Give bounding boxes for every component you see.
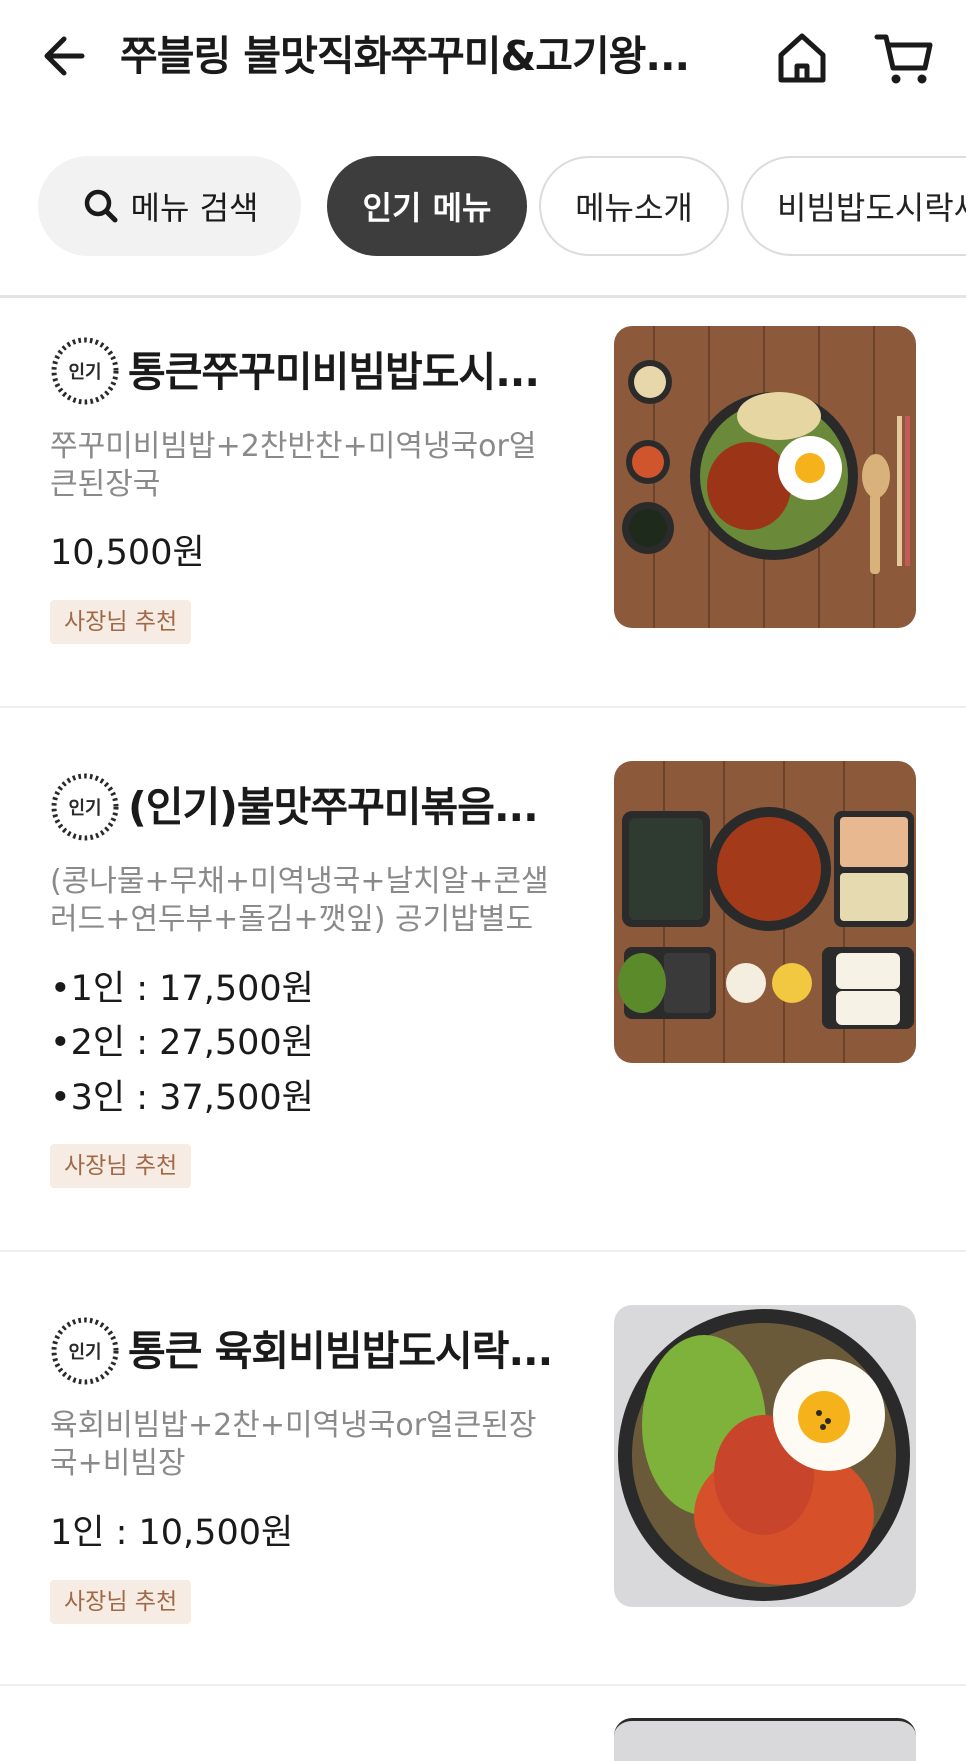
- item-divider: [0, 1250, 966, 1252]
- popular-badge-label: 인기: [68, 798, 101, 819]
- search-label: 메뉴 검색: [130, 189, 259, 227]
- menu-item-photo: [614, 761, 916, 1063]
- menu-item-photo: [614, 326, 916, 628]
- home-icon[interactable]: [772, 28, 832, 88]
- menu-item-description: 쭈꾸미비빔밥+2찬반찬+미역냉국or얼 큰된장국: [50, 429, 537, 502]
- item-divider: [0, 1684, 966, 1686]
- menu-search-button[interactable]: 메뉴 검색: [38, 156, 301, 256]
- tab-bibimbap-lunchbox[interactable]: 비빔밥도시락세트: [741, 156, 966, 256]
- menu-item-name: 통큰 육회비빔밥도시락...: [128, 1327, 553, 1375]
- store-title: 쭈블링 불맛직화쭈꾸미&고기왕...: [120, 32, 690, 80]
- menu-item-name: 통큰쭈꾸미비빔밥도시...: [128, 348, 540, 396]
- menu-item[interactable]: 인기 (인기)불맛쭈꾸미볶음... (콩나물+무채+미역냉국+날치알+콘샐 러드…: [0, 710, 966, 1250]
- tabs-divider: [0, 295, 966, 298]
- menu-item-price-3: •3인 : 37,500원: [50, 1078, 314, 1118]
- owner-recommend-tag: 사장님 추천: [50, 600, 192, 644]
- menu-item-description: (콩나물+무채+미역냉국+날치알+콘샐 러드+연두부+돌김+깻잎) 공기밥별도: [50, 864, 549, 937]
- popular-badge-icon: 인기: [51, 773, 119, 841]
- popular-badge-label: 인기: [68, 362, 101, 383]
- tab-popular-menu[interactable]: 인기 메뉴: [327, 156, 527, 256]
- arrow-left-icon[interactable]: [36, 28, 92, 84]
- menu-item[interactable]: 인기 통큰 육회비빔밥도시락... 육회비빔밥+2찬+미역냉국or얼큰된장 국+…: [0, 1254, 966, 1684]
- menu-category-tabs: 메뉴 검색 인기 메뉴 메뉴소개 비빔밥도시락세트: [0, 150, 966, 270]
- menu-item-description: 육회비빔밥+2찬+미역냉국or얼큰된장 국+비빔장: [50, 1408, 537, 1481]
- menu-item-photo: [614, 1305, 916, 1607]
- menu-item-price-1: •1인 : 17,500원: [50, 969, 314, 1009]
- popular-badge-icon: 인기: [51, 337, 119, 405]
- popular-badge-label: 인기: [68, 1342, 101, 1363]
- menu-item-price-2: •2인 : 27,500원: [50, 1023, 314, 1063]
- owner-recommend-tag: 사장님 추천: [50, 1144, 192, 1188]
- menu-item-name: (인기)불맛쭈꾸미볶음...: [128, 783, 539, 831]
- next-item-photo-peek: [614, 1718, 916, 1761]
- menu-item-price: 10,500원: [50, 533, 205, 573]
- menu-item-price: 1인 : 10,500원: [50, 1513, 294, 1553]
- menu-item[interactable]: 인기 통큰쭈꾸미비빔밥도시... 쭈꾸미비빔밥+2찬반찬+미역냉국or얼 큰된장…: [0, 300, 966, 706]
- item-divider: [0, 706, 966, 708]
- search-icon: [84, 189, 118, 223]
- owner-recommend-tag: 사장님 추천: [50, 1580, 192, 1624]
- tab-menu-intro[interactable]: 메뉴소개: [539, 156, 729, 256]
- popular-badge-icon: 인기: [51, 1317, 119, 1385]
- cart-icon[interactable]: [872, 28, 936, 88]
- app-header: 쭈블링 불맛직화쭈꾸미&고기왕...: [0, 0, 966, 115]
